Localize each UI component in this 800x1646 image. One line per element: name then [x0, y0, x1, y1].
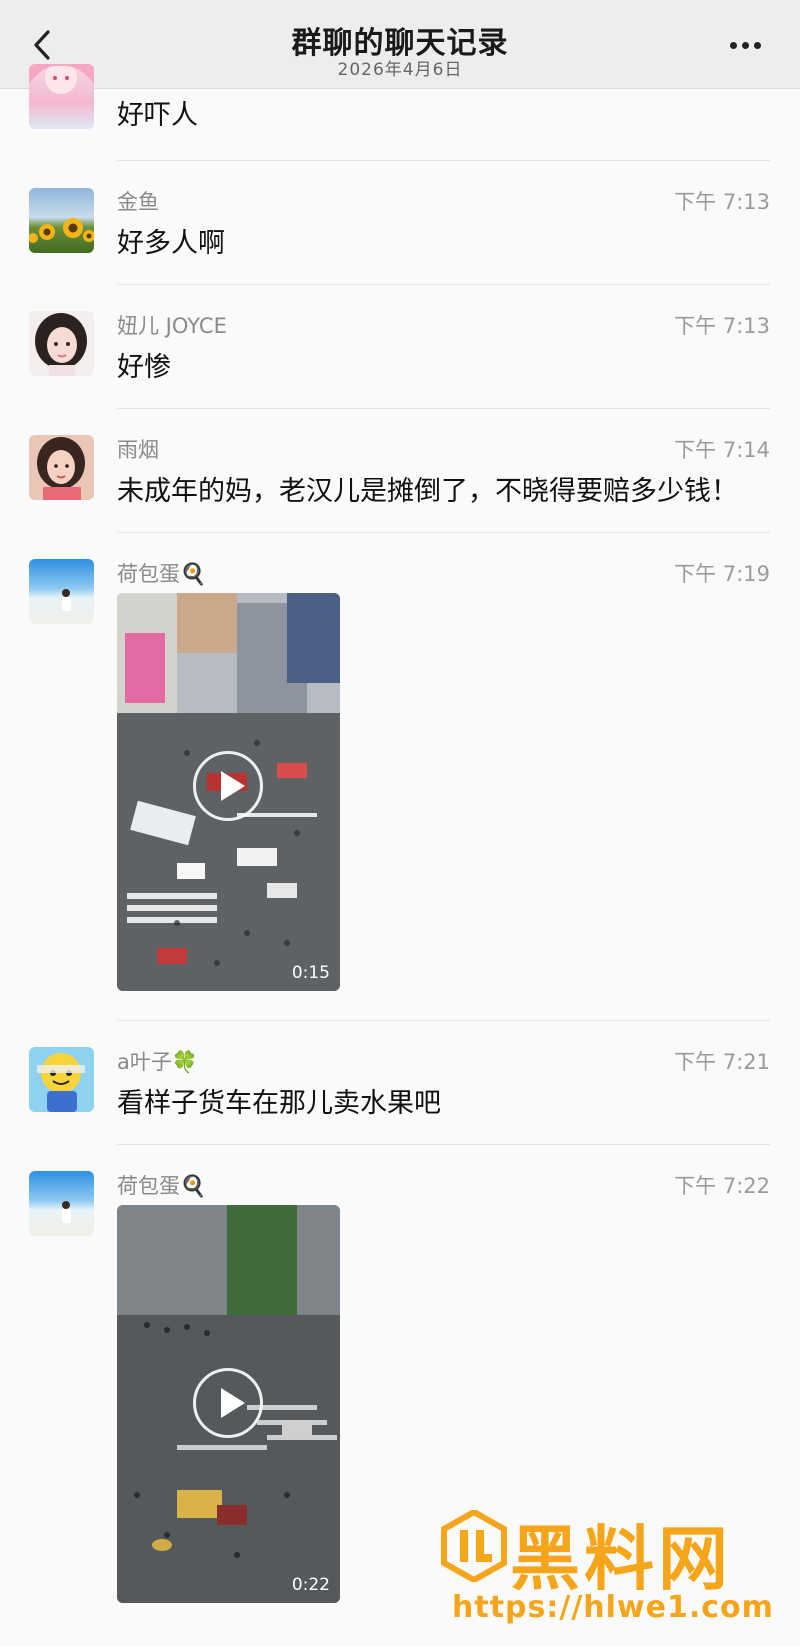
- divider: [117, 1144, 770, 1145]
- avatar[interactable]: [29, 435, 94, 500]
- avatar[interactable]: [29, 559, 94, 624]
- watermark-logo-icon: [441, 1510, 507, 1582]
- message-text: 未成年的妈，老汉儿是摊倒了，不晓得要赔多少钱！: [117, 476, 738, 507]
- sender-name: 荷包蛋🍳: [117, 1174, 207, 1198]
- play-icon[interactable]: [193, 751, 263, 821]
- avatar[interactable]: [29, 1171, 94, 1236]
- message-time: 下午 7:13: [674, 190, 770, 214]
- message-text: 好惨: [117, 352, 171, 383]
- video-duration: 0:22: [291, 1575, 330, 1595]
- message-time: 下午 7:21: [674, 1050, 770, 1074]
- message-time: 下午 7:13: [674, 314, 770, 338]
- chat-header: 群聊的聊天记录 2026年4月6日: [0, 0, 800, 89]
- sender-name: 妞儿 JOYCE: [117, 314, 227, 338]
- divider: [117, 408, 770, 409]
- divider: [117, 160, 770, 161]
- sender-name: 荷包蛋🍳: [117, 562, 207, 586]
- divider: [117, 1020, 770, 1021]
- avatar[interactable]: [29, 311, 94, 376]
- video-message[interactable]: 0:22: [117, 1205, 340, 1603]
- avatar[interactable]: [29, 188, 94, 253]
- message-time: 下午 7:19: [674, 562, 770, 586]
- message-text: 好吓人: [117, 100, 198, 131]
- sender-name: 金鱼: [117, 190, 159, 214]
- divider: [117, 532, 770, 533]
- sender-name: 雨烟: [117, 438, 159, 462]
- watermark-url: https://hlwe1.com: [452, 1590, 774, 1625]
- chat-date: 2026年4月6日: [337, 60, 463, 80]
- message-text: 好多人啊: [117, 228, 225, 259]
- video-message[interactable]: 0:15: [117, 593, 340, 991]
- avatar[interactable]: [29, 64, 94, 129]
- divider: [117, 284, 770, 285]
- more-dots-icon[interactable]: [730, 34, 770, 54]
- sender-name: a叶子🍀: [117, 1050, 199, 1074]
- video-duration: 0:15: [291, 963, 330, 983]
- message-time: 下午 7:14: [674, 438, 770, 462]
- watermark-text: 黑料网: [510, 1518, 732, 1600]
- message-time: 下午 7:22: [674, 1174, 770, 1198]
- message-text: 看样子货车在那儿卖水果吧: [117, 1088, 441, 1119]
- play-icon[interactable]: [193, 1368, 263, 1438]
- avatar[interactable]: [29, 1047, 94, 1112]
